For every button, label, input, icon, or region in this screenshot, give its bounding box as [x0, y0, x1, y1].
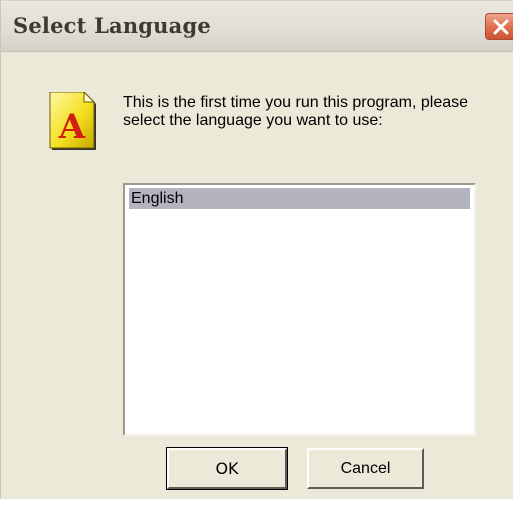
- close-button[interactable]: [485, 13, 513, 40]
- language-option-english[interactable]: English: [129, 188, 470, 209]
- close-x-icon: [493, 19, 509, 35]
- background-area: [0, 499, 513, 519]
- window-title: Select Language: [13, 13, 211, 38]
- font-a-document-icon: A: [48, 90, 98, 152]
- title-bar[interactable]: Select Language: [1, 1, 513, 52]
- language-listbox[interactable]: English: [123, 183, 476, 436]
- ok-button[interactable]: OK: [166, 447, 288, 490]
- select-language-dialog: Select Language A This is the first time…: [0, 0, 513, 499]
- instruction-message: This is the first time you run this prog…: [123, 94, 469, 129]
- cancel-button-label: Cancel: [340, 460, 391, 477]
- cancel-button[interactable]: Cancel: [307, 448, 424, 489]
- ok-button-label: OK: [215, 459, 239, 478]
- svg-text:A: A: [58, 107, 86, 147]
